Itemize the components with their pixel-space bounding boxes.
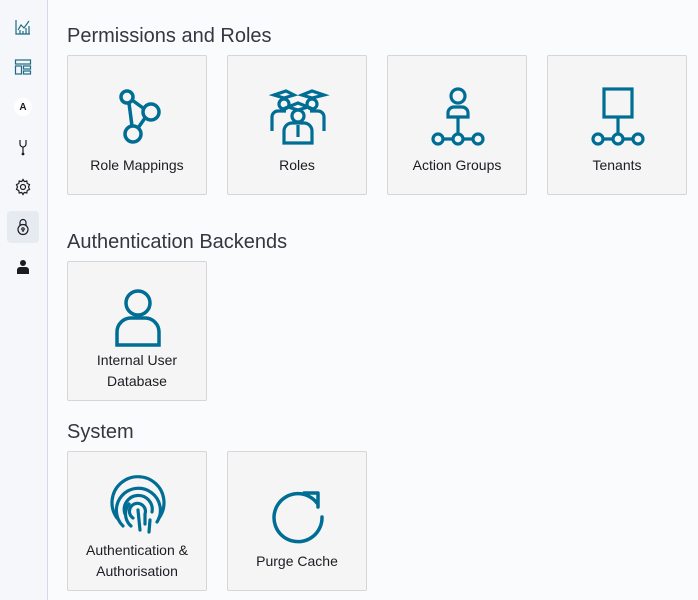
dashboard-icon xyxy=(14,59,32,75)
side-nav: A xyxy=(0,0,48,600)
tile-label-line1: Internal User xyxy=(96,352,178,368)
tile-role-mappings[interactable]: Role Mappings xyxy=(67,55,207,195)
nav-settings[interactable] xyxy=(7,171,39,203)
roles-icon xyxy=(263,82,333,152)
tile-label: Role Mappings xyxy=(90,157,184,173)
tile-label: Action Groups xyxy=(412,157,502,173)
nav-avatar[interactable]: A xyxy=(7,91,39,123)
tile-purge-cache[interactable]: Purge Cache xyxy=(227,451,367,591)
refresh-icon xyxy=(263,482,333,552)
nav-visualize[interactable] xyxy=(7,11,39,43)
tile-label: Purge Cache xyxy=(256,553,338,569)
nav-user[interactable] xyxy=(7,251,39,283)
tile-action-groups[interactable]: Action Groups xyxy=(387,55,527,195)
tile-label-line2: Authorisation xyxy=(96,563,178,579)
tenants-icon xyxy=(583,82,653,152)
tile-label: Internal User Database xyxy=(72,350,202,392)
action-groups-icon xyxy=(423,82,493,152)
nav-dashboard[interactable] xyxy=(7,51,39,83)
internal-user-icon xyxy=(103,282,173,352)
tile-label-line2: Database xyxy=(107,373,167,389)
tile-label-line1: Authentication & xyxy=(86,542,188,558)
visualize-chart-icon xyxy=(15,20,30,35)
tile-label: Tenants xyxy=(592,157,642,173)
tile-internal-user-database[interactable]: Internal User Database xyxy=(67,261,207,401)
tile-label: Roles xyxy=(279,157,315,173)
nav-dev-tools[interactable] xyxy=(7,131,39,163)
user-icon xyxy=(17,260,29,274)
role-mappings-icon xyxy=(103,82,173,152)
tile-authentication-authorisation[interactable]: Authentication & Authorisation xyxy=(67,451,207,591)
section-title-system: System xyxy=(67,421,134,443)
dev-tools-icon xyxy=(19,140,27,156)
section-title-auth-backends: Authentication Backends xyxy=(67,231,288,253)
fingerprint-icon xyxy=(103,470,173,540)
nav-security[interactable] xyxy=(7,211,39,243)
tile-roles[interactable]: Roles xyxy=(227,55,367,195)
section-title-permissions: Permissions and Roles xyxy=(67,25,272,47)
gear-icon xyxy=(15,178,31,196)
tile-label: Authentication & Authorisation xyxy=(72,540,202,582)
security-lock-icon xyxy=(17,218,29,236)
tile-tenants[interactable]: Tenants xyxy=(547,55,687,195)
avatar-letter-icon: A xyxy=(14,98,32,116)
